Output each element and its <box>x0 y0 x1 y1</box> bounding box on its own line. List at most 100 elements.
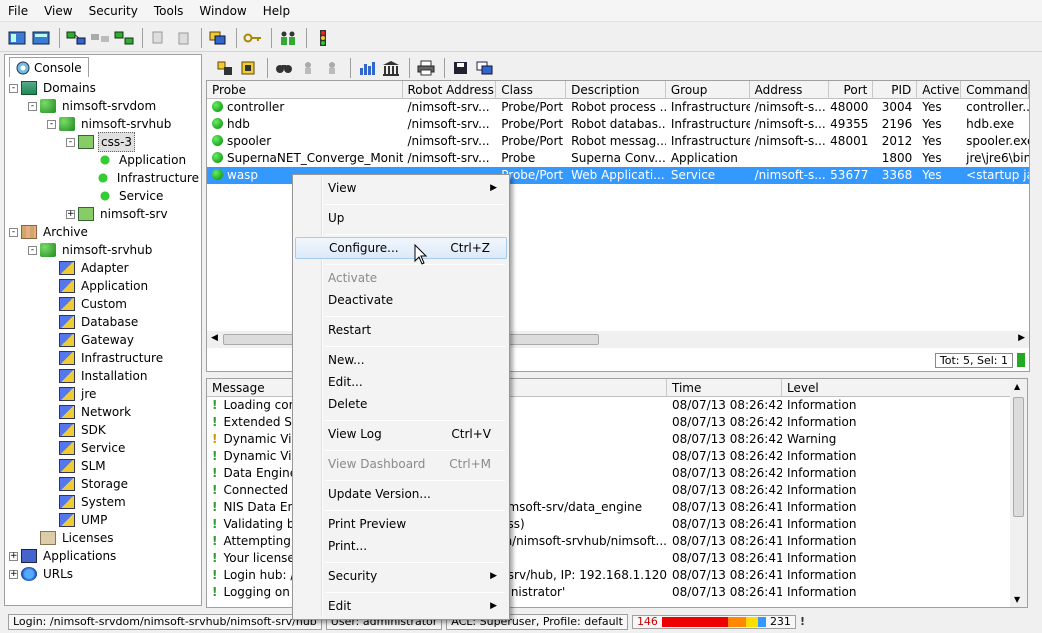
expand-icon[interactable]: + <box>9 551 18 561</box>
printer-icon[interactable] <box>415 57 437 79</box>
column-header-group[interactable]: Group <box>666 81 750 99</box>
tree-node-database[interactable]: Database <box>5 313 201 331</box>
expand-icon[interactable]: + <box>9 569 18 579</box>
tree-node-storage[interactable]: Storage <box>5 475 201 493</box>
tree-node-applications[interactable]: + Applications <box>5 547 201 565</box>
tree-node-licenses[interactable]: Licenses <box>5 529 201 547</box>
menu-item-view-log[interactable]: View Log Ctrl+V <box>295 423 507 445</box>
collapse-icon[interactable]: - <box>9 83 18 93</box>
tree-node-service[interactable]: Service <box>5 439 201 457</box>
menu-help[interactable]: Help <box>255 0 298 22</box>
alarm-summary[interactable]: 146 231 <box>631 614 796 629</box>
menu-view[interactable]: View <box>36 0 80 22</box>
tree-node-nimsoft-srvhub[interactable]: - nimsoft-srvhub <box>5 241 201 259</box>
tree-node-slm[interactable]: SLM <box>5 457 201 475</box>
collapse-icon[interactable]: - <box>47 119 56 129</box>
menu-item-new[interactable]: New... <box>295 349 507 371</box>
scroll-up-icon[interactable]: ▲ <box>1014 382 1020 391</box>
copy-disabled-icon[interactable] <box>148 27 170 49</box>
bar-chart-icon[interactable] <box>356 57 378 79</box>
menu-item-view[interactable]: View ▶ <box>295 177 507 199</box>
tree-node-nimsoft-srvhub[interactable]: - nimsoft-srvhub <box>5 115 201 133</box>
collapse-icon[interactable]: - <box>66 137 75 147</box>
menu-item-view-dashboard[interactable]: View Dashboard Ctrl+M <box>295 453 507 475</box>
menu-item-activate[interactable]: Activate <box>295 267 507 289</box>
tree-node-archive[interactable]: - Archive <box>5 223 201 241</box>
probe-row[interactable]: controller/nimsoft-srv... Probe/Port Robot… <box>207 99 1029 116</box>
collapse-icon[interactable]: - <box>28 101 37 111</box>
collapse-icon[interactable]: - <box>28 245 37 255</box>
menu-security[interactable]: Security <box>81 0 146 22</box>
save-icon[interactable] <box>450 57 472 79</box>
menu-tools[interactable]: Tools <box>146 0 192 22</box>
menu-item-deactivate[interactable]: Deactivate <box>295 289 507 311</box>
tree-node-infrastructure[interactable]: Infrastructure <box>5 169 201 187</box>
tree-node-custom[interactable]: Custom <box>5 295 201 313</box>
key-icon[interactable] <box>242 27 264 49</box>
menu-item-print-preview[interactable]: Print Preview <box>295 513 507 535</box>
find-icon[interactable] <box>273 57 295 79</box>
window-list-icon[interactable] <box>474 57 496 79</box>
view-console-icon[interactable] <box>6 27 28 49</box>
tree-node-gateway[interactable]: Gateway <box>5 331 201 349</box>
users-icon[interactable] <box>277 27 299 49</box>
column-header-probe[interactable]: Probe <box>207 81 403 99</box>
tree-node-installation[interactable]: Installation <box>5 367 201 385</box>
menu-window[interactable]: Window <box>191 0 254 22</box>
menu-item-up[interactable]: Up <box>295 207 507 229</box>
tree-node-nimsoft-srvdom[interactable]: - nimsoft-srvdom <box>5 97 201 115</box>
windows-icon[interactable] <box>207 27 229 49</box>
find-prev-disabled-icon[interactable] <box>321 57 343 79</box>
message-vertical-scrollbar[interactable]: ▲ ▼ <box>1010 379 1027 607</box>
menu-item-configure[interactable]: Configure... Ctrl+Z <box>295 237 507 259</box>
paste-disabled-icon[interactable] <box>172 27 194 49</box>
scroll-down-icon[interactable]: ▼ <box>1014 595 1020 604</box>
menu-item-security[interactable]: Security ▶ <box>295 565 507 587</box>
menu-item-print[interactable]: Print... <box>295 535 507 557</box>
tab-console[interactable]: Console <box>9 57 89 77</box>
probe-package-icon[interactable] <box>238 57 260 79</box>
collapse-icon[interactable]: - <box>9 227 18 237</box>
find-next-disabled-icon[interactable] <box>297 57 319 79</box>
probe-row[interactable]: SupernaNET_Converge_Monitor/nimsoft-srv.… <box>207 150 1029 167</box>
probe-row[interactable]: spooler/nimsoft-srv... Probe/Port Robot me… <box>207 133 1029 150</box>
tree-node-sdk[interactable]: SDK <box>5 421 201 439</box>
column-header-command[interactable]: Command <box>961 81 1029 99</box>
tree-node-network[interactable]: Network <box>5 403 201 421</box>
tree-node-ump[interactable]: UMP <box>5 511 201 529</box>
tree-node-infrastructure[interactable]: Infrastructure <box>5 349 201 367</box>
column-header-active[interactable]: Active <box>917 81 962 99</box>
tree-node-domains[interactable]: - Domains <box>5 79 201 97</box>
tree-node-css-3[interactable]: - css-3 <box>5 132 201 152</box>
tree-node-adapter[interactable]: Adapter <box>5 259 201 277</box>
column-header-port[interactable]: Port <box>829 81 874 99</box>
menu-item-restart[interactable]: Restart <box>295 319 507 341</box>
tree-node-jre[interactable]: jre <box>5 385 201 403</box>
probe-row[interactable]: hdb/nimsoft-srv... Probe/Port Robot databa… <box>207 116 1029 133</box>
tree-node-application[interactable]: Application <box>5 151 201 169</box>
network-icon[interactable] <box>65 27 87 49</box>
tree-node-urls[interactable]: + URLs <box>5 565 201 583</box>
column-header-time[interactable]: Time <box>667 379 782 397</box>
column-header-pid[interactable]: PID <box>873 81 918 99</box>
probe-config-icon[interactable] <box>214 57 236 79</box>
menu-item-delete[interactable]: Delete <box>295 393 507 415</box>
column-header-class[interactable]: Class <box>496 81 567 99</box>
scroll-left-icon[interactable]: ◀ <box>211 333 218 343</box>
menu-item-edit[interactable]: Edit... <box>295 371 507 393</box>
scrollbar-thumb[interactable] <box>1013 397 1024 517</box>
menu-item-update-version[interactable]: Update Version... <box>295 483 507 505</box>
robots-icon[interactable] <box>113 27 135 49</box>
menu-item-edit[interactable]: Edit ▶ <box>295 595 507 617</box>
column-header-robot-address[interactable]: Robot Address <box>403 81 497 99</box>
hub-disabled-icon[interactable] <box>89 27 111 49</box>
tree-node-application[interactable]: Application <box>5 277 201 295</box>
scroll-right-icon[interactable]: ▶ <box>1018 333 1025 343</box>
archive-building-icon[interactable] <box>380 57 402 79</box>
column-header-address[interactable]: Address <box>750 81 830 99</box>
column-header-level[interactable]: Level <box>782 379 1012 397</box>
expand-icon[interactable]: + <box>66 209 75 219</box>
tree-node-system[interactable]: System <box>5 493 201 511</box>
column-header-description[interactable]: Description <box>566 81 666 99</box>
menu-file[interactable]: File <box>0 0 36 22</box>
